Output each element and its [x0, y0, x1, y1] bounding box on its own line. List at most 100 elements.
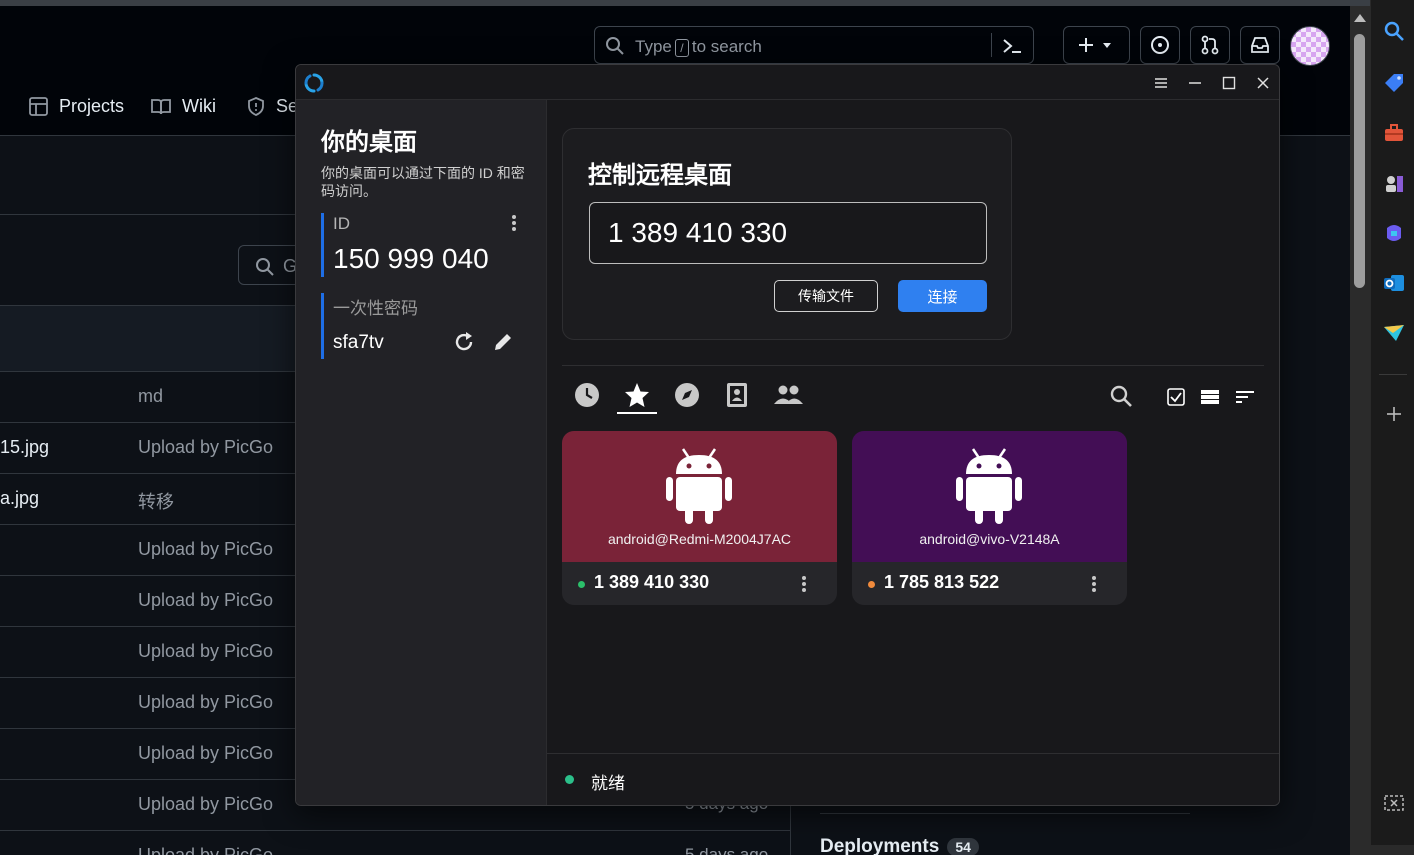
github-search-input[interactable]: Type / to search [594, 26, 1034, 64]
one-time-password-label: 一次性密码 [333, 299, 418, 318]
edge-bottom-bar [1371, 845, 1414, 855]
search-placeholder: Type / to search [635, 37, 762, 57]
commit-message[interactable]: Upload by PicGo [138, 794, 273, 815]
edge-sidebar [1370, 0, 1414, 855]
remote-id-input[interactable]: 1 389 410 330 [589, 202, 987, 264]
title-bar[interactable] [296, 65, 1279, 100]
tab-address-book[interactable] [722, 380, 752, 410]
password-accent-bar [321, 293, 324, 359]
shield-icon [248, 97, 264, 116]
command-palette-icon[interactable] [1001, 36, 1023, 56]
peer-card[interactable]: android@vivo-V2148A 1 785 813 522 [852, 431, 1127, 605]
commit-message[interactable]: Upload by PicGo [138, 845, 273, 855]
menu-button[interactable] [1144, 65, 1178, 100]
control-remote-title: 控制远程桌面 [588, 162, 732, 189]
more-vertical-icon[interactable] [1088, 572, 1100, 596]
commit-message[interactable]: md [138, 386, 163, 407]
commit-message[interactable]: Upload by PicGo [138, 743, 273, 764]
minimize-icon [1189, 81, 1201, 84]
search-icon[interactable] [1109, 384, 1133, 408]
list-view-icon[interactable] [1200, 388, 1220, 406]
commit-message[interactable]: Upload by PicGo [138, 692, 273, 713]
status-text: 就绪 [591, 774, 625, 793]
avatar[interactable] [1290, 26, 1330, 66]
divider [547, 753, 1279, 754]
more-vertical-icon[interactable] [798, 572, 810, 596]
remote-id-input-value: 1 389 410 330 [608, 217, 788, 248]
games-icon[interactable] [1383, 172, 1405, 194]
table-row[interactable]: Upload by PicGo 5 days ago [0, 830, 790, 855]
plus-icon [1078, 38, 1111, 52]
tab-discovered[interactable] [672, 380, 702, 410]
rustdesk-window: 你的桌面 你的桌面可以通过下面的 ID 和密码访问。 ID 150 999 04… [295, 64, 1280, 806]
nav-security[interactable]: Se [246, 96, 298, 117]
id-value[interactable]: 150 999 040 [333, 243, 489, 275]
create-new-button[interactable] [1063, 26, 1130, 64]
close-icon [1257, 76, 1269, 89]
send-icon[interactable] [1383, 322, 1405, 344]
tab-group[interactable] [770, 380, 806, 410]
rustdesk-logo-icon [304, 73, 324, 93]
peer-name: android@Redmi-M2004J7AC [607, 531, 792, 547]
active-tab-indicator [617, 412, 657, 414]
deployments-heading[interactable]: Deployments 54 [820, 836, 979, 855]
inbox-icon [1251, 37, 1269, 53]
commit-message[interactable]: 转移 [138, 488, 174, 514]
divider [1379, 374, 1407, 375]
commit-age: 5 days ago [685, 845, 769, 855]
commit-message[interactable]: Upload by PicGo [138, 539, 273, 560]
sort-icon[interactable] [1235, 388, 1255, 406]
search-icon[interactable] [1383, 20, 1405, 42]
one-time-password-value[interactable]: sfa7tv [333, 332, 384, 354]
outlook-icon[interactable] [1383, 272, 1405, 294]
divider [562, 365, 1264, 366]
shopping-tag-icon[interactable] [1383, 72, 1405, 94]
tab-favorites[interactable] [622, 380, 652, 410]
your-desktop-panel: 你的桌面 你的桌面可以通过下面的 ID 和密码访问。 ID 150 999 04… [296, 100, 547, 805]
search-icon [606, 37, 624, 55]
table-icon [29, 97, 48, 116]
add-icon[interactable] [1383, 403, 1405, 425]
checkbox-select-icon[interactable] [1166, 387, 1186, 407]
commit-message[interactable]: Upload by PicGo [138, 437, 273, 458]
screenshot-icon[interactable] [1383, 793, 1405, 815]
nav-wiki[interactable]: Wiki [150, 96, 216, 117]
your-desktop-title: 你的桌面 [321, 129, 417, 156]
scroll-up-arrow[interactable] [1354, 14, 1366, 22]
star-icon [625, 383, 649, 407]
file-name[interactable]: a.jpg [0, 488, 39, 509]
nav-wiki-label: Wiki [182, 96, 216, 116]
address-book-icon [727, 383, 747, 407]
id-accent-bar [321, 213, 324, 277]
file-name[interactable]: 15.jpg [0, 437, 49, 458]
scrollbar-thumb[interactable] [1354, 34, 1365, 288]
copilot-icon[interactable] [1383, 222, 1405, 244]
online-status-dot [578, 581, 585, 588]
commit-message[interactable]: Upload by PicGo [138, 641, 273, 662]
peer-card[interactable]: android@Redmi-M2004J7AC 1 389 410 330 [562, 431, 837, 605]
page-scrollbar[interactable] [1350, 6, 1370, 855]
tab-recent[interactable] [572, 380, 602, 410]
peer-id: 1 785 813 522 [884, 572, 1000, 592]
maximize-icon [1222, 76, 1236, 89]
edit-pencil-icon[interactable] [491, 330, 515, 354]
peer-name: android@vivo-V2148A [919, 531, 1060, 547]
nav-projects[interactable]: Projects [28, 96, 124, 117]
connect-button[interactable]: 连接 [898, 280, 987, 312]
transfer-file-button[interactable]: 传输文件 [774, 280, 878, 312]
close-button[interactable] [1246, 65, 1279, 100]
more-vertical-icon[interactable] [508, 213, 520, 233]
control-panel: 控制远程桌面 1 389 410 330 传输文件 连接 android@Red… [547, 100, 1279, 805]
toolbox-icon[interactable] [1383, 122, 1405, 144]
minimize-button[interactable] [1178, 65, 1212, 100]
refresh-icon[interactable] [452, 330, 476, 354]
inbox-button[interactable] [1240, 26, 1280, 64]
your-desktop-description: 你的桌面可以通过下面的 ID 和密码访问。 [321, 165, 525, 199]
issues-button[interactable] [1140, 26, 1180, 64]
control-remote-card: 控制远程桌面 1 389 410 330 传输文件 连接 [562, 128, 1012, 340]
maximize-button[interactable] [1212, 65, 1246, 100]
peer-id: 1 389 410 330 [594, 572, 710, 592]
commit-message[interactable]: Upload by PicGo [138, 590, 273, 611]
issue-icon [1151, 36, 1169, 54]
pull-requests-button[interactable] [1190, 26, 1230, 64]
